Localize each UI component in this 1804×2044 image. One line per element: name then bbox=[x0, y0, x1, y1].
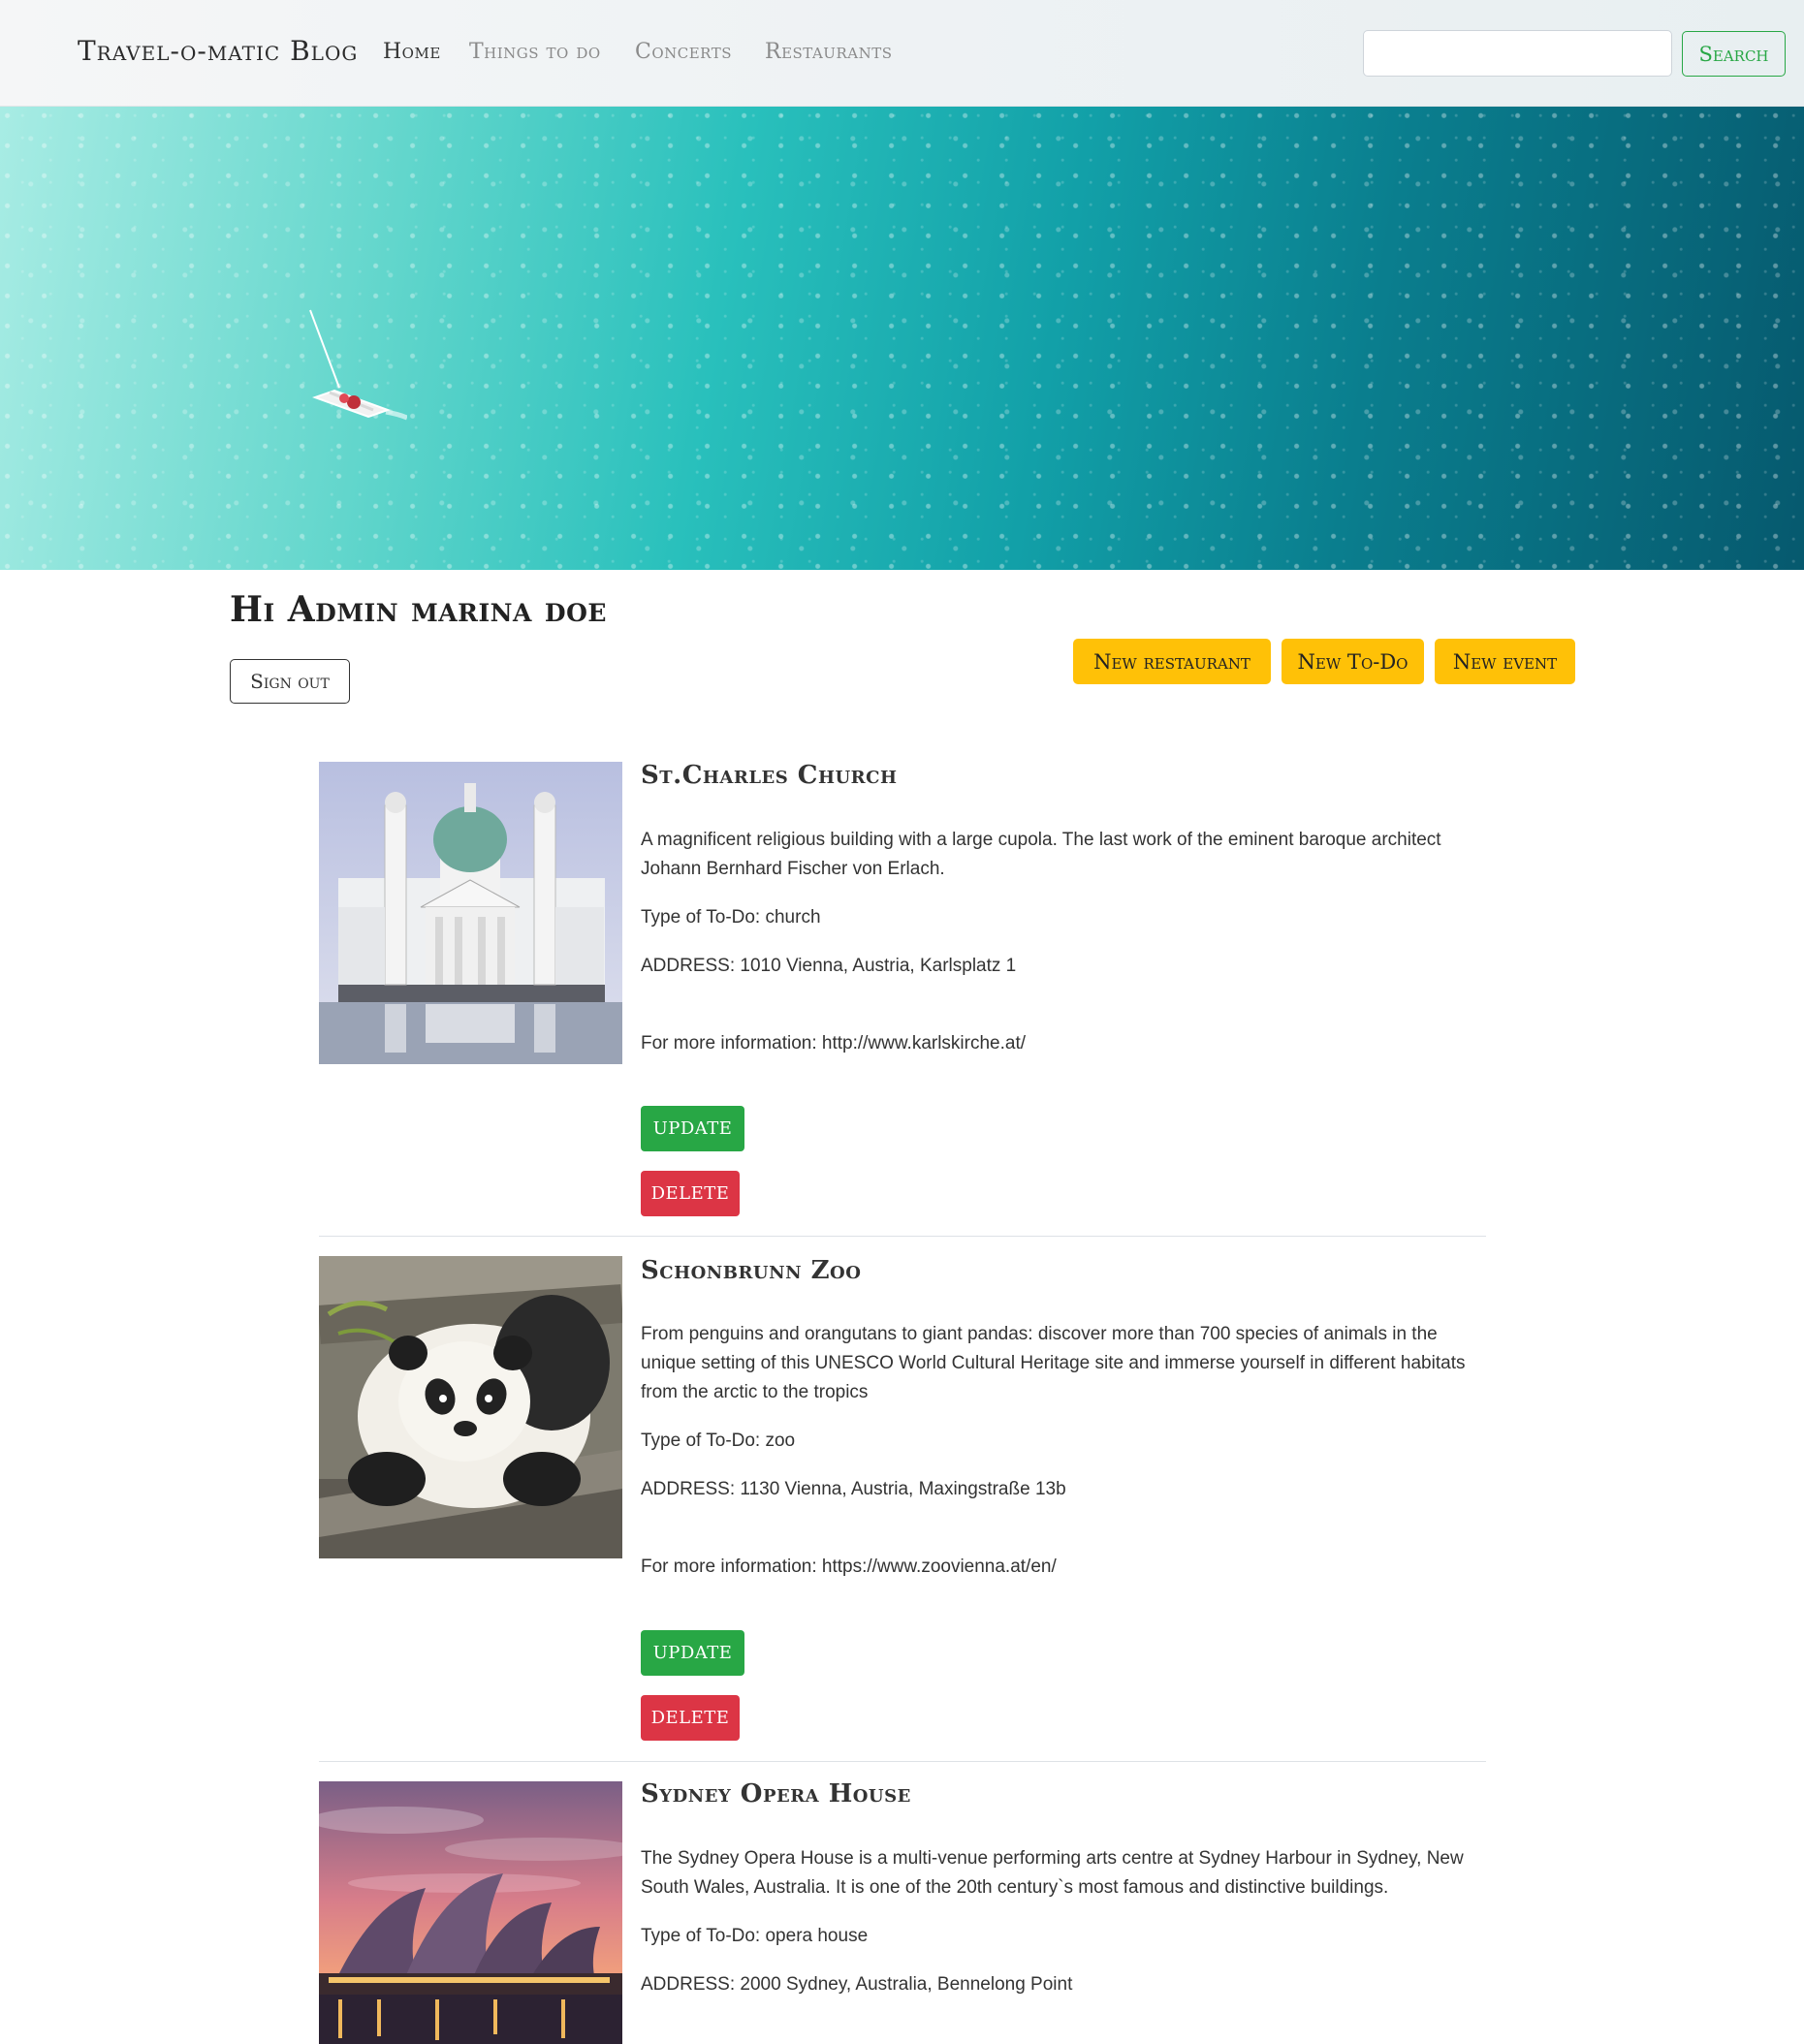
item-type: Type of To-Do: opera house bbox=[641, 1926, 869, 1946]
search-input[interactable] bbox=[1363, 30, 1672, 77]
greeting-heading: Hi Admin marina doe bbox=[230, 589, 607, 630]
item-divider bbox=[319, 1236, 1486, 1237]
item-type: Type of To-Do: zoo bbox=[641, 1431, 796, 1451]
item-address: ADDRESS: 1130 Vienna, Austria, Maxingstr… bbox=[641, 1479, 1066, 1499]
item-address: ADDRESS: 2000 Sydney, Australia, Bennelo… bbox=[641, 1974, 1073, 1995]
opera-house-photo bbox=[319, 1781, 622, 2044]
hero-banner bbox=[0, 107, 1804, 570]
item-title: Sydney Opera House bbox=[641, 1779, 911, 1808]
update-button[interactable]: UPDATE bbox=[641, 1106, 744, 1151]
sailboat-graphic bbox=[309, 309, 407, 421]
navbar: Travel-o-matic Blog Home Things to do Co… bbox=[0, 0, 1804, 107]
update-button[interactable]: UPDATE bbox=[641, 1630, 744, 1676]
nav-link-home[interactable]: Home bbox=[383, 40, 441, 64]
nav-link-concerts[interactable]: Concerts bbox=[635, 40, 732, 64]
item-description: The Sydney Opera House is a multi-venue … bbox=[641, 1848, 1464, 1898]
search-button[interactable]: Search bbox=[1682, 31, 1786, 77]
item-title: Schonbrunn Zoo bbox=[641, 1256, 862, 1285]
item-more-info: For more information: https://www.zoovie… bbox=[641, 1557, 1057, 1577]
item-title: St.Charles Church bbox=[641, 761, 898, 790]
item-description: A magnificent religious building with a … bbox=[641, 830, 1441, 879]
nav-link-restaurants[interactable]: Restaurants bbox=[765, 40, 892, 64]
new-event-button[interactable]: New event bbox=[1435, 639, 1575, 684]
item-address: ADDRESS: 1010 Vienna, Austria, Karlsplat… bbox=[641, 956, 1017, 976]
item-divider bbox=[319, 1761, 1486, 1762]
delete-button[interactable]: DELETE bbox=[641, 1171, 740, 1216]
new-todo-button[interactable]: New To-Do bbox=[1282, 639, 1424, 684]
brand-logo[interactable]: Travel-o-matic Blog bbox=[78, 35, 358, 67]
item-type: Type of To-Do: church bbox=[641, 907, 821, 928]
water-texture bbox=[0, 107, 1804, 570]
item-more-info: For more information: http://www.karlski… bbox=[641, 1033, 1027, 1053]
panda-photo bbox=[319, 1256, 622, 1558]
delete-button[interactable]: DELETE bbox=[641, 1695, 740, 1741]
new-restaurant-button[interactable]: New restaurant bbox=[1073, 639, 1271, 684]
sign-out-button[interactable]: Sign out bbox=[230, 659, 350, 704]
item-description: From penguins and orangutans to giant pa… bbox=[641, 1324, 1466, 1402]
church-photo bbox=[319, 762, 622, 1064]
nav-link-things-to-do[interactable]: Things to do bbox=[469, 40, 601, 64]
